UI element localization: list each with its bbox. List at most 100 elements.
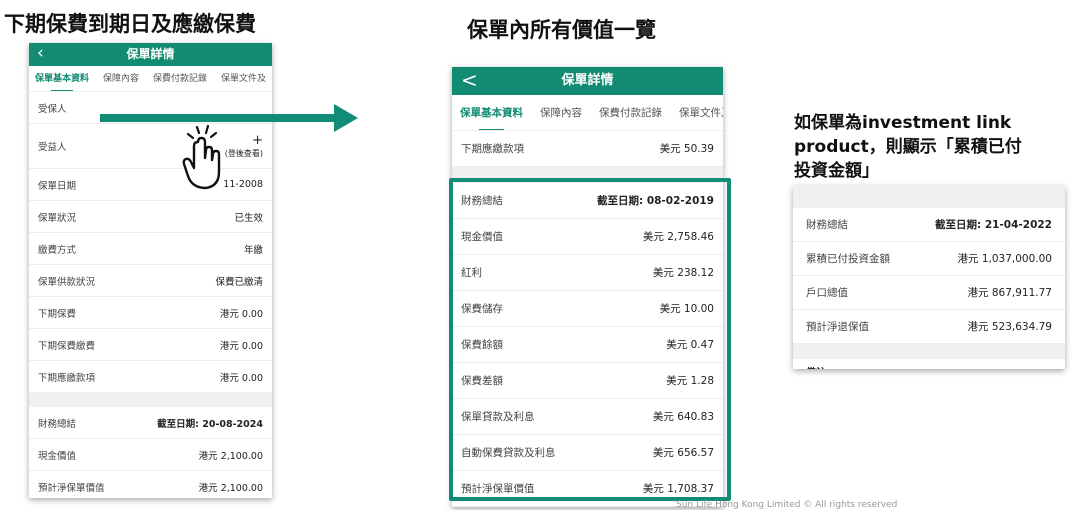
row-value: 11-2008 (223, 179, 263, 190)
row-label: 預計淨保單價值 (38, 482, 105, 494)
section-divider (29, 393, 272, 407)
screen-title: 保單詳情 (126, 47, 175, 61)
row-value: 港元 0.00 (219, 308, 263, 320)
section-heading-policy-values: 保單內所有價值一覽 (467, 18, 656, 42)
title-bar: < 保單詳情 (452, 67, 723, 95)
row-amount-due: 下期應繳款項 美元 50.39 (452, 131, 723, 167)
row-next-premium: 下期保費 港元 0.00 (29, 297, 272, 329)
row-net-policy-value: 預計淨保單價值 港元 2,100.00 (29, 471, 272, 498)
row-label: 繳費方式 (38, 244, 77, 256)
row-label: 保單狀況 (38, 212, 77, 224)
row-label: 預計淨退保值 (806, 321, 869, 333)
row-label: 保單貸款及利息 (461, 411, 535, 423)
screen-title: 保單詳情 (561, 73, 614, 88)
row-net-surrender-value: 預計淨退保值 港元 523,634.79 (793, 310, 1065, 344)
row-value: 美元 1.28 (666, 375, 714, 387)
tab-payment-history[interactable]: 保費付款記錄 (153, 66, 207, 91)
remarks-label: 備註： (793, 359, 1065, 369)
tap-hand-icon (182, 124, 221, 190)
row-value: 截至日期: 08-02-2019 (596, 195, 714, 207)
row-label: 保單日期 (38, 180, 77, 192)
row-value: 港元 867,911.77 (967, 287, 1052, 299)
row-value: 美元 50.39 (659, 143, 714, 155)
back-arrow-icon[interactable]: ‹ (37, 43, 44, 64)
row-cash-value: 現金價值 港元 2,100.00 (29, 439, 272, 471)
heading-line: 投資金額」 (794, 161, 879, 181)
section-divider (452, 167, 723, 183)
policy-details-screen-middle: < 保單詳情 保單基本資料 保障內容 保費付款記錄 保單文件及 下期應繳款項 美… (452, 67, 723, 507)
tab-basic-info[interactable]: 保單基本資料 (35, 66, 89, 91)
right-arrow-icon (100, 104, 358, 132)
row-cash-value: 現金價值 美元 2,758.46 (452, 219, 723, 255)
row-premium-balance: 保費餘額 美元 0.47 (452, 327, 723, 363)
row-label: 預計淨保單價值 (461, 483, 535, 495)
row-amount-due: 下期應繳款項 港元 0.00 (29, 361, 272, 393)
row-value: 港元 523,634.79 (967, 321, 1052, 333)
row-account-value: 戶口總值 港元 867,911.77 (793, 276, 1065, 310)
row-premium-deposit: 保費儲存 美元 10.00 (452, 291, 723, 327)
row-value: 美元 640.83 (652, 411, 714, 423)
row-next-premium-payment: 下期保費繳費 港元 0.00 (29, 329, 272, 361)
financial-summary-section: 財務總結 截至日期: 08-02-2019 現金價值 美元 2,758.46 紅… (452, 183, 723, 507)
row-auto-premium-loan: 自動保費貸款及利息 美元 656.57 (452, 435, 723, 471)
row-label: 財務總結 (38, 418, 77, 430)
row-value: 美元 238.12 (652, 267, 714, 279)
tab-payment-history[interactable]: 保費付款記錄 (599, 95, 662, 130)
row-financial-summary: 財務總結 截至日期: 08-02-2019 (452, 183, 723, 219)
row-policy-loan: 保單貸款及利息 美元 640.83 (452, 399, 723, 435)
tab-coverage[interactable]: 保障內容 (103, 66, 139, 91)
row-label: 保費儲存 (461, 303, 503, 315)
row-label: 紅利 (461, 267, 482, 279)
section-divider (793, 344, 1065, 359)
row-value: 美元 10.00 (659, 303, 714, 315)
row-value: 港元 1,037,000.00 (957, 253, 1052, 265)
row-accumulated-investment: 累積已付投資金額 港元 1,037,000.00 (793, 242, 1065, 276)
row-label: 受保人 (38, 103, 67, 115)
row-label: 下期應繳款項 (38, 372, 96, 384)
row-label: 下期保費繳費 (38, 340, 96, 352)
row-label: 保費餘額 (461, 339, 503, 351)
heading-line: product，則顯示「累積已付 (794, 137, 1022, 157)
tab-documents[interactable]: 保單文件及 (679, 95, 723, 130)
row-label: 自動保費貸款及利息 (461, 447, 556, 459)
back-arrow-icon[interactable]: < (461, 67, 478, 93)
section-heading-next-premium: 下期保費到期日及應繳保費 (4, 12, 256, 36)
row-value: 已生效 (234, 212, 263, 224)
heading-line: 如保單為investment link (794, 113, 1012, 133)
row-payment-mode: 繳費方式 年繳 (29, 233, 272, 265)
row-label: 財務總結 (806, 219, 848, 231)
tab-documents[interactable]: 保單文件及 (221, 66, 266, 91)
row-value: 保費已繳清 (215, 276, 263, 288)
row-value: 美元 2,758.46 (642, 231, 714, 243)
row-value: (登後查看) (224, 149, 263, 158)
row-label: 現金價值 (461, 231, 503, 243)
section-heading-investment-link: 如保單為investment link product，則顯示「累積已付 投資金… (794, 111, 1022, 183)
row-label: 下期保費 (38, 308, 77, 320)
row-financial-summary: 財務總結 截至日期: 20-08-2024 (29, 407, 272, 439)
row-label: 戶口總值 (806, 287, 848, 299)
row-policy-status: 保單狀況 已生效 (29, 201, 272, 233)
row-policy-date: 保單日期 11-2008 (29, 169, 272, 201)
row-value: 港元 0.00 (219, 340, 263, 352)
row-value: 港元 0.00 (219, 372, 263, 384)
row-value: 港元 2,100.00 (198, 482, 263, 494)
row-label: 保單供款狀況 (38, 276, 96, 288)
row-premium-difference: 保費差額 美元 1.28 (452, 363, 723, 399)
row-label: 保費差額 (461, 375, 503, 387)
tab-coverage[interactable]: 保障內容 (540, 95, 582, 130)
row-label: 受益人 (38, 142, 67, 153)
row-contribution-status: 保單供款狀況 保費已繳清 (29, 265, 272, 297)
row-label: 現金價值 (38, 450, 77, 462)
row-label: 下期應繳款項 (461, 143, 524, 155)
tab-basic-info[interactable]: 保單基本資料 (460, 95, 523, 130)
section-divider (793, 186, 1065, 208)
row-financial-summary: 財務總結 截至日期: 21-04-2022 (793, 208, 1065, 242)
row-bonus: 紅利 美元 238.12 (452, 255, 723, 291)
expand-plus-icon[interactable]: + (252, 133, 263, 148)
row-value: 美元 656.57 (652, 447, 714, 459)
row-label: 累積已付投資金額 (806, 253, 890, 265)
row-value: 美元 1,708.37 (642, 483, 714, 495)
row-label: 財務總結 (461, 195, 503, 207)
title-bar: ‹ 保單詳情 (29, 43, 272, 66)
row-value: 截至日期: 21-04-2022 (934, 219, 1052, 231)
